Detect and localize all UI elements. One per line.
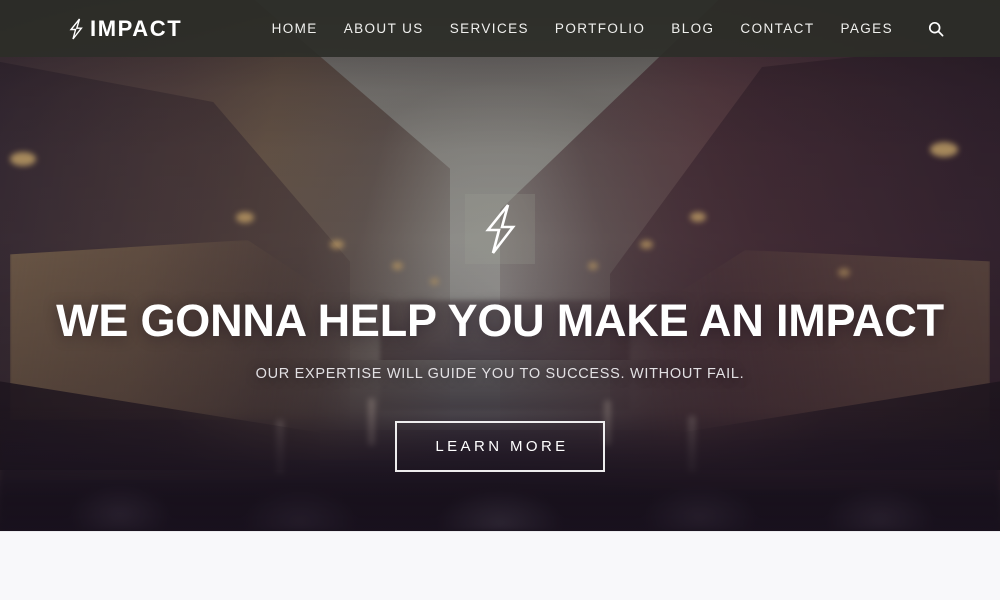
nav-item-services[interactable]: SERVICES (437, 21, 542, 36)
nav-item-home[interactable]: HOME (259, 21, 331, 36)
nav-item-portfolio[interactable]: PORTFOLIO (542, 21, 658, 36)
nav-item-pages[interactable]: PAGES (827, 21, 906, 36)
hero-bolt-badge (465, 194, 535, 264)
nav-item-contact[interactable]: CONTACT (727, 21, 827, 36)
hero-section: WE GONNA HELP YOU MAKE AN IMPACT OUR EXP… (0, 0, 1000, 531)
search-button[interactable] (906, 21, 944, 37)
nav-item-about-us[interactable]: ABOUT US (331, 21, 437, 36)
lightning-bolt-icon (68, 18, 84, 40)
search-icon (928, 21, 944, 37)
below-fold-section (0, 531, 1000, 600)
nav-menu: HOME ABOUT US SERVICES PORTFOLIO BLOG CO… (259, 21, 944, 37)
lightning-bolt-icon (480, 203, 520, 255)
hero-subtitle: OUR EXPERTISE WILL GUIDE YOU TO SUCCESS.… (255, 365, 745, 382)
brand-logo[interactable]: IMPACT (68, 15, 183, 41)
nav-item-blog[interactable]: BLOG (658, 21, 727, 36)
hero-title: WE GONNA HELP YOU MAKE AN IMPACT (56, 295, 944, 346)
hero-content: WE GONNA HELP YOU MAKE AN IMPACT OUR EXP… (0, 0, 1000, 531)
brand-name: IMPACT (90, 15, 183, 41)
learn-more-button[interactable]: LEARN MORE (395, 420, 605, 472)
page-root: WE GONNA HELP YOU MAKE AN IMPACT OUR EXP… (0, 0, 1000, 600)
main-navbar: IMPACT HOME ABOUT US SERVICES PORTFOLIO … (0, 0, 1000, 57)
